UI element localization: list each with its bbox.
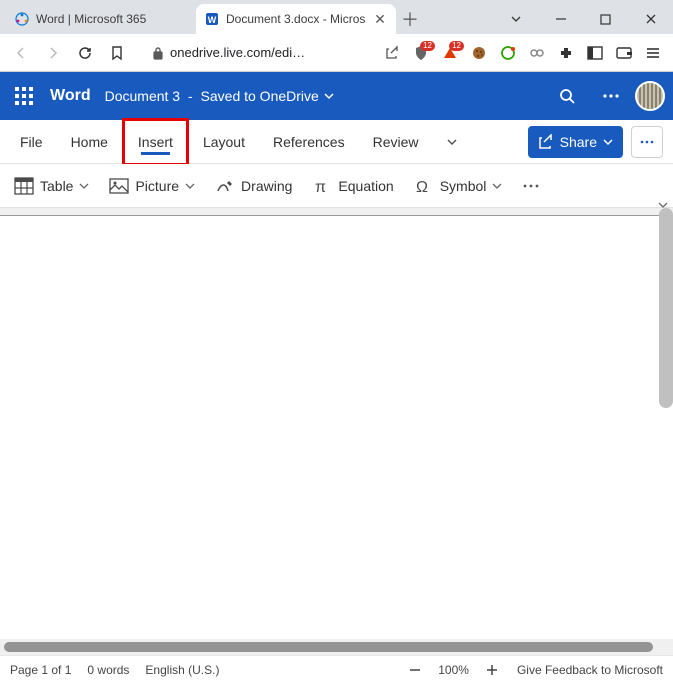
zoom-level[interactable]: 100% — [438, 663, 469, 677]
browser-tab-active[interactable]: W Document 3.docx - Micros ✕ — [196, 4, 396, 34]
circle-ext-icon[interactable] — [494, 39, 522, 67]
horizontal-scrollbar-thumb[interactable] — [4, 642, 653, 652]
window-maximize-button[interactable] — [583, 4, 628, 34]
triangle-ext-icon[interactable]: 12 — [436, 39, 464, 67]
app-launcher-button[interactable] — [4, 76, 44, 116]
more-options-button[interactable] — [591, 76, 631, 116]
toolbar-table-button[interactable]: Table — [6, 169, 97, 203]
share-button[interactable]: Share — [528, 126, 623, 158]
feedback-link[interactable]: Give Feedback to Microsoft — [517, 663, 663, 677]
close-tab-icon[interactable]: ✕ — [372, 11, 388, 27]
app-name: Word — [44, 87, 105, 105]
window-minimize-button[interactable] — [538, 4, 583, 34]
page-indicator[interactable]: Page 1 of 1 — [10, 663, 71, 677]
ribbon-more-button[interactable] — [631, 126, 663, 158]
chevron-down-icon — [323, 90, 335, 102]
svg-text:π: π — [315, 179, 326, 195]
microsoft-365-icon — [14, 11, 30, 27]
new-tab-button[interactable]: ＋ — [396, 5, 424, 33]
document-name: Document 3 — [105, 88, 180, 104]
sidepanel-icon[interactable] — [581, 39, 609, 67]
svg-text:W: W — [208, 15, 217, 25]
word-file-icon: W — [204, 11, 220, 27]
toolbar-label: Symbol — [440, 178, 487, 194]
drawing-icon — [215, 176, 235, 196]
badge-count: 12 — [420, 41, 435, 51]
tab-title: Document 3.docx - Micros — [226, 12, 366, 26]
badge-count: 12 — [449, 41, 464, 51]
toolbar-label: Table — [40, 178, 73, 194]
app-header: Word Document 3 - Saved to OneDrive — [0, 72, 673, 120]
toolbar-label: Equation — [338, 178, 393, 194]
tab-layout[interactable]: Layout — [189, 120, 259, 164]
vertical-scrollbar[interactable] — [659, 208, 673, 408]
ruler-gap — [0, 208, 673, 216]
chevron-down-icon — [603, 137, 613, 147]
chevron-down-icon — [79, 181, 89, 191]
svg-text:Ω: Ω — [416, 179, 428, 195]
tab-references[interactable]: References — [259, 120, 359, 164]
zoom-in-button[interactable] — [483, 661, 501, 679]
document-title-button[interactable]: Document 3 - Saved to OneDrive — [105, 88, 335, 104]
bookmark-button[interactable] — [102, 38, 132, 68]
url-text: onedrive.live.com/edi… — [170, 45, 305, 60]
toolbar-drawing-button[interactable]: Drawing — [207, 169, 300, 203]
toolbar-equation-button[interactable]: π Equation — [304, 169, 401, 203]
browser-menu-icon[interactable] — [639, 39, 667, 67]
more-tabs-button[interactable] — [432, 120, 472, 164]
tab-title: Word | Microsoft 365 — [36, 12, 188, 26]
toolbar-picture-button[interactable]: Picture — [101, 169, 203, 203]
highlight-box: Insert — [122, 118, 189, 166]
share-label: Share — [560, 134, 597, 150]
extensions-icon[interactable] — [552, 39, 580, 67]
toolbar-overflow-button[interactable] — [514, 169, 548, 203]
tab-home[interactable]: Home — [57, 120, 122, 164]
search-button[interactable] — [547, 76, 587, 116]
toolbar-label: Drawing — [241, 178, 292, 194]
nav-forward-button[interactable] — [38, 38, 68, 68]
share-icon — [538, 134, 554, 150]
window-close-button[interactable] — [628, 4, 673, 34]
picture-icon — [109, 176, 129, 196]
wallet-icon[interactable] — [610, 39, 638, 67]
reload-button[interactable] — [70, 38, 100, 68]
ribbon-tabs: File Home Insert Layout References Revie… — [0, 120, 673, 164]
equation-icon: π — [312, 176, 332, 196]
word-count[interactable]: 0 words — [87, 663, 129, 677]
user-avatar[interactable] — [635, 81, 665, 111]
lock-icon — [152, 46, 164, 60]
language-indicator[interactable]: English (U.S.) — [145, 663, 219, 677]
toolbar-symbol-button[interactable]: Ω Symbol — [406, 169, 511, 203]
document-page[interactable] — [0, 216, 673, 647]
save-state: Saved to OneDrive — [201, 88, 319, 104]
zoom-out-button[interactable] — [406, 661, 424, 679]
address-bar[interactable]: onedrive.live.com/edi… — [148, 45, 309, 60]
brave-shield-icon[interactable]: 12 — [407, 39, 435, 67]
status-bar: Page 1 of 1 0 words English (U.S.) 100% … — [0, 655, 673, 683]
link-ext-icon[interactable] — [523, 39, 551, 67]
share-page-icon[interactable] — [378, 39, 406, 67]
browser-toolbar: onedrive.live.com/edi… 12 12 — [0, 34, 673, 72]
tab-review[interactable]: Review — [359, 120, 433, 164]
browser-tab[interactable]: Word | Microsoft 365 — [6, 4, 196, 34]
document-area[interactable] — [0, 208, 673, 639]
chevron-down-icon — [492, 181, 502, 191]
chevron-down-icon — [185, 181, 195, 191]
tab-file[interactable]: File — [6, 120, 57, 164]
table-icon — [14, 176, 34, 196]
horizontal-scrollbar-track[interactable] — [0, 639, 673, 655]
symbol-icon: Ω — [414, 176, 434, 196]
chevron-down-icon[interactable] — [493, 4, 538, 34]
cookie-ext-icon[interactable] — [465, 39, 493, 67]
insert-toolbar: Table Picture Drawing π Equation Ω Symbo… — [0, 164, 673, 208]
browser-tab-strip: Word | Microsoft 365 W Document 3.docx -… — [0, 0, 673, 34]
toolbar-label: Picture — [135, 178, 179, 194]
nav-back-button[interactable] — [6, 38, 36, 68]
tab-insert[interactable]: Insert — [127, 123, 184, 161]
